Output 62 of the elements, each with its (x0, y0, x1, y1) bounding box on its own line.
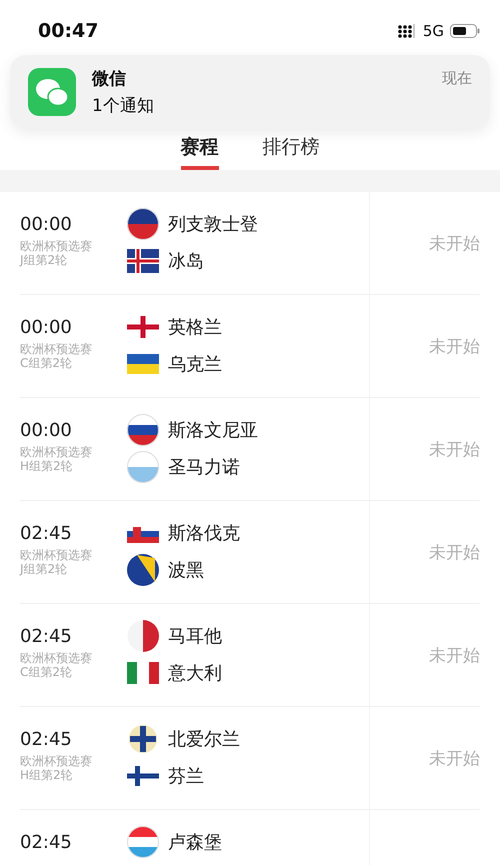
flag-icon (127, 826, 159, 858)
tab[interactable]: 排行榜 (262, 136, 320, 170)
round-label: H组第2轮 (20, 768, 74, 782)
team-name: 波黑 (168, 558, 204, 582)
match-time: 02:45 (20, 729, 73, 750)
league-name: 欧洲杯预选赛 (20, 445, 93, 459)
notification-app: 微信 (92, 68, 127, 90)
match-status: 未开始 (428, 336, 480, 358)
match-row[interactable]: 02:45 欧洲杯预选赛 C组第2轮 马耳他 意大利 未开始 (20, 604, 480, 707)
match-row[interactable]: 00:00 欧洲杯预选赛 C组第2轮 英格兰 乌克兰 未开始 (20, 295, 480, 398)
team-name: 意大利 (168, 662, 222, 684)
match-row[interactable]: 02:45 欧洲杯预选赛 H组第2轮 北爱尔兰 芬兰 未开始 (20, 707, 480, 810)
round-label: C组第2轮 (20, 665, 74, 679)
match-time: 00:00 (20, 420, 73, 441)
match-time: 00:00 (20, 317, 73, 338)
flag-icon (127, 414, 159, 446)
team-name: 马耳他 (168, 624, 222, 648)
notification-time: 现在 (442, 69, 472, 88)
status-time: 00:47 (38, 20, 98, 42)
team-name: 冰岛 (168, 250, 204, 272)
match-status: 未开始 (428, 438, 480, 460)
match-time: 02:45 (20, 832, 73, 853)
flag-icon (127, 620, 159, 652)
league-name: 欧洲杯预选赛 (20, 342, 93, 356)
team-name: 英格兰 (168, 316, 222, 338)
league-name: 欧洲杯预选赛 (20, 548, 93, 562)
notification-message: 1个通知 (92, 95, 155, 117)
match-status: 未开始 (428, 542, 480, 564)
flag-icon (127, 722, 159, 754)
match-status: 未开始 (428, 748, 480, 770)
flag-icon (127, 554, 159, 586)
team-name: 乌克兰 (168, 352, 222, 376)
chat-app-icon (28, 68, 76, 116)
team-name: 斯洛文尼亚 (168, 418, 258, 442)
team-name: 列支敦士登 (168, 212, 258, 236)
match-time: 02:45 (20, 626, 73, 647)
round-label: H组第2轮 (20, 459, 74, 473)
match-row[interactable]: 00:00 欧洲杯预选赛 J组第2轮 列支敦士登 冰岛 未开始 (20, 192, 480, 295)
match-row[interactable]: 00:00 欧洲杯预选赛 H组第2轮 斯洛文尼亚 圣马力诺 未开始 (20, 398, 480, 501)
battery-icon (450, 24, 480, 38)
flag-icon (127, 450, 159, 482)
signal-icon (396, 24, 417, 38)
notification-toast[interactable]: 微信 1个通知 现在 (10, 55, 490, 129)
match-time: 00:00 (20, 214, 73, 235)
round-label: C组第2轮 (20, 356, 74, 370)
round-label: J组第2轮 (20, 253, 68, 267)
league-name: 欧洲杯预选赛 (20, 651, 93, 665)
team-name: 北爱尔兰 (168, 728, 240, 750)
team-name: 卢森堡 (168, 830, 222, 854)
network-label: 5G (422, 22, 444, 40)
match-status: 未开始 (428, 644, 480, 666)
match-status: 未开始 (428, 232, 480, 254)
round-label: J组第2轮 (20, 562, 68, 576)
league-name: 欧洲杯预选赛 (20, 754, 93, 768)
team-name: 斯洛伐克 (168, 522, 240, 544)
match-time: 02:45 (20, 523, 73, 544)
league-name: 欧洲杯预选赛 (20, 239, 93, 253)
match-row[interactable]: 02:45 卢森堡 (20, 810, 480, 865)
flag-icon (127, 208, 159, 240)
match-row[interactable]: 02:45 欧洲杯预选赛 J组第2轮 斯洛伐克 波黑 未开始 (20, 501, 480, 604)
team-name: 圣马力诺 (168, 456, 240, 478)
team-name: 芬兰 (168, 764, 204, 788)
